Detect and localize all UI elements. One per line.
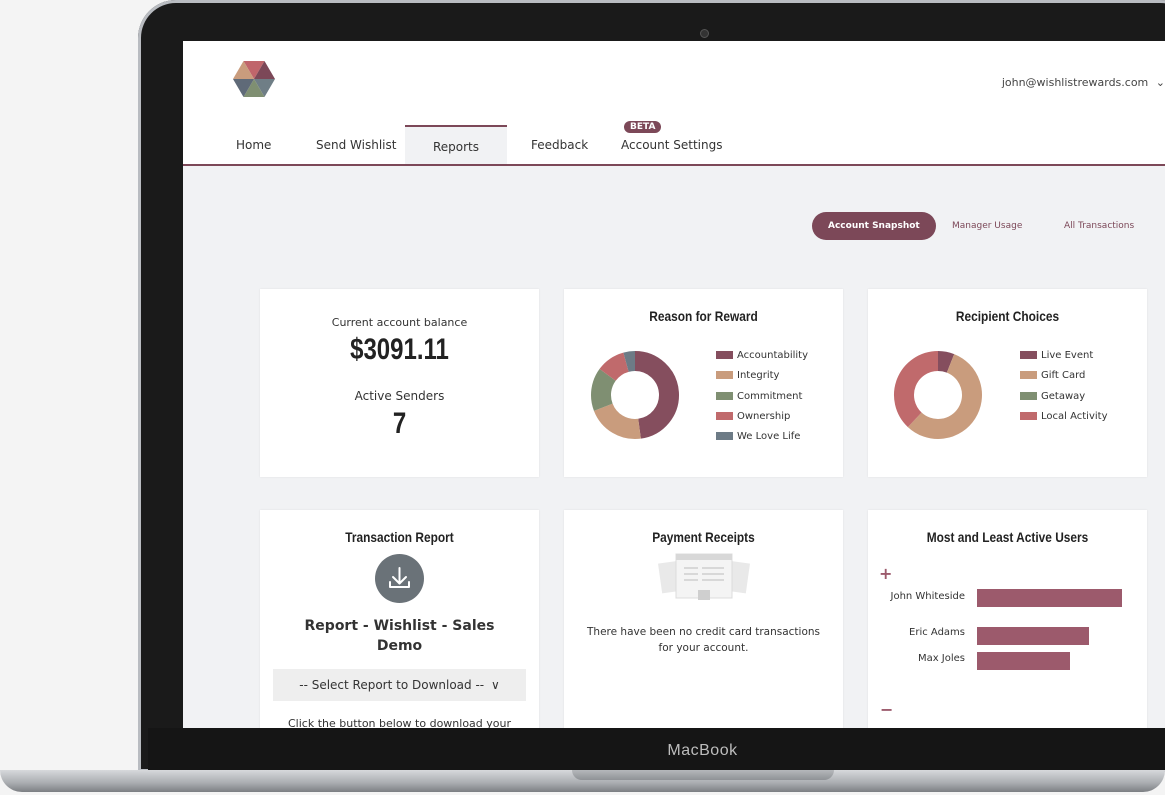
legend-swatch <box>1020 371 1037 380</box>
donut-slice <box>599 352 630 382</box>
choices-card: Recipient Choices Live Event Gift Card G… <box>868 289 1147 477</box>
legend-label: Ownership <box>737 410 791 422</box>
camera-icon <box>700 29 709 38</box>
choices-donut-chart <box>894 351 982 439</box>
user-bar <box>977 589 1122 607</box>
nav-reports[interactable]: Reports <box>405 125 507 164</box>
report-name: Report - Wishlist - Sales Demo <box>304 618 495 654</box>
reason-title: Reason for Reward <box>649 308 758 324</box>
download-button[interactable] <box>375 554 424 603</box>
balance-label: Current account balance <box>331 316 468 329</box>
legend-item: Local Activity <box>1020 407 1108 427</box>
legend-swatch <box>1020 411 1037 420</box>
reason-donut-chart <box>591 351 679 439</box>
device-brand: MacBook <box>667 742 738 759</box>
user-name: John Whiteside <box>890 591 966 602</box>
legend-label: Commitment <box>737 390 803 402</box>
tab-account-snapshot[interactable]: Account Snapshot <box>812 212 936 240</box>
receipts-illustration-icon <box>658 553 750 600</box>
reason-card: Reason for Reward Accountability Integri… <box>564 289 843 477</box>
legend-swatch <box>1020 351 1037 359</box>
donut-slice <box>937 351 955 373</box>
nav-feedback[interactable]: Feedback <box>531 125 588 164</box>
senders-value: 7 <box>392 407 407 440</box>
user-name: Eric Adams <box>909 627 965 638</box>
donut-slice <box>634 351 679 439</box>
senders-label: Active Senders <box>354 389 445 403</box>
legend-label: We Love Life <box>737 431 801 443</box>
app-header: john@wishlistrewards.com ⌄ <box>183 41 1165 126</box>
tab-manager-usage[interactable]: Manager Usage <box>952 212 1022 240</box>
balance-card: Current account balance $3091.11 Active … <box>260 289 539 477</box>
legend-swatch <box>1020 391 1037 400</box>
choices-title: Recipient Choices <box>955 308 1060 324</box>
chevron-down-icon: ∨ <box>490 678 500 692</box>
legend-label: Gift Card <box>1041 370 1086 382</box>
users-title: Most and Least Active Users <box>926 529 1089 545</box>
app-screen: john@wishlistrewards.com ⌄ Home Send Wis… <box>183 41 1165 728</box>
legend-label: Accountability <box>737 350 809 361</box>
laptop-notch <box>572 770 834 780</box>
legend-item: Live Event <box>1020 346 1108 366</box>
download-hint: Click the button below to download your <box>287 717 512 728</box>
legend-label: Getaway <box>1041 390 1086 402</box>
hexagon-logo-icon[interactable] <box>233 61 275 97</box>
chevron-down-icon: ⌄ <box>1155 76 1165 89</box>
legend-swatch <box>716 371 733 380</box>
legend-label: Integrity <box>737 370 780 382</box>
transaction-card: Transaction Report Report - Wishlist - S… <box>260 510 539 728</box>
donut-slice <box>593 403 641 439</box>
most-active-plus-icon: + <box>879 564 893 583</box>
transaction-title: Transaction Report <box>345 529 454 545</box>
legend-item: Gift Card <box>1020 366 1108 386</box>
legend-swatch <box>716 432 733 441</box>
donut-slice <box>623 351 636 372</box>
receipts-card: Payment Receipts There have been no cred… <box>564 510 843 728</box>
user-email: john@wishlistrewards.com <box>1001 76 1149 89</box>
receipts-message: There have been no credit card transacti… <box>587 626 820 654</box>
legend-item: Ownership <box>716 407 808 427</box>
report-select-value: -- Select Report to Download -- <box>299 678 485 692</box>
donut-slice <box>894 351 939 428</box>
download-icon <box>389 567 410 588</box>
user-bar <box>977 627 1089 645</box>
user-bar <box>977 652 1070 670</box>
legend-label: Live Event <box>1041 350 1094 361</box>
user-name: Max Joles <box>917 653 965 664</box>
donut-slice <box>591 368 617 411</box>
legend-item: Getaway <box>1020 387 1108 407</box>
main-nav: Home Send Wishlist Reports Feedback Acco… <box>183 125 1165 166</box>
legend-swatch <box>716 391 733 400</box>
reason-legend: Accountability Integrity Commitment Owne… <box>716 346 808 447</box>
user-menu[interactable]: john@wishlistrewards.com ⌄ <box>1002 76 1165 89</box>
report-select[interactable]: -- Select Report to Download -- ∨ <box>273 669 526 701</box>
legend-item: Integrity <box>716 366 808 386</box>
legend-item: We Love Life <box>716 427 808 447</box>
tab-all-transactions[interactable]: All Transactions <box>1064 212 1134 240</box>
legend-label: Local Activity <box>1041 410 1108 422</box>
users-card: Most and Least Active Users + John White… <box>868 510 1147 728</box>
legend-swatch <box>716 351 733 359</box>
receipts-title: Payment Receipts <box>652 529 755 545</box>
legend-item: Accountability <box>716 346 808 366</box>
legend-swatch <box>716 411 733 420</box>
least-active-minus-icon: − <box>880 700 894 719</box>
nav-home[interactable]: Home <box>236 125 271 164</box>
legend-item: Commitment <box>716 387 808 407</box>
balance-value: $3091.11 <box>350 333 449 366</box>
nav-send-wishlist[interactable]: Send Wishlist <box>316 125 396 164</box>
beta-badge: BETA <box>624 121 662 133</box>
choices-legend: Live Event Gift Card Getaway Local Activ… <box>1020 346 1108 427</box>
